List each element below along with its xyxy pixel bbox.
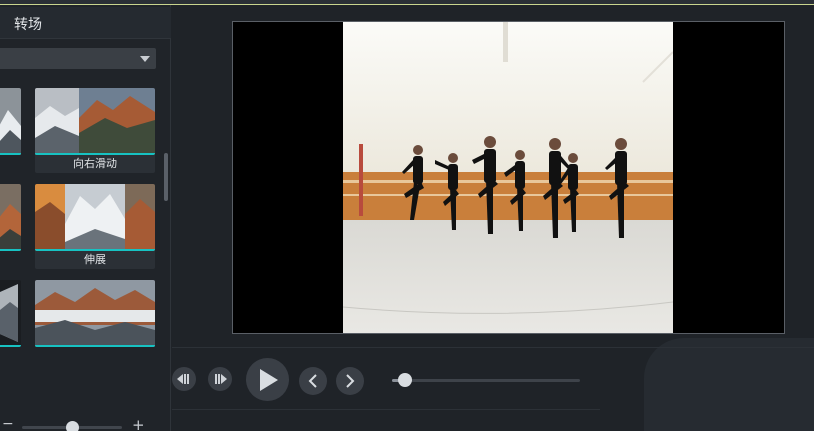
zoom-in-button[interactable]: + xyxy=(132,416,145,431)
transition-thumb-shatter[interactable] xyxy=(35,280,155,347)
transition-accent-bar xyxy=(0,249,21,251)
next-frame-button[interactable] xyxy=(208,367,232,391)
play-icon xyxy=(259,368,278,391)
control-corner xyxy=(644,338,814,431)
zoom-out-button[interactable]: − xyxy=(2,416,14,431)
preview-player[interactable] xyxy=(232,21,785,334)
transition-thumb-slide-right[interactable] xyxy=(35,88,155,155)
panel-scrollbar[interactable] xyxy=(164,153,168,201)
transition-thumb-1[interactable] xyxy=(0,88,21,155)
transition-accent-bar xyxy=(35,345,155,347)
progress-track[interactable] xyxy=(392,379,580,382)
previous-button[interactable] xyxy=(299,367,327,395)
next-button[interactable] xyxy=(336,367,364,395)
panel-title: 转场 xyxy=(14,17,42,33)
play-button[interactable] xyxy=(246,358,289,401)
chevron-down-icon xyxy=(140,56,150,62)
transition-label: 伸展 xyxy=(35,251,155,269)
transition-accent-bar xyxy=(0,345,21,347)
panel-header: 转场 xyxy=(0,7,171,39)
transition-thumb-cube[interactable] xyxy=(0,280,21,347)
previous-frame-button[interactable] xyxy=(172,367,196,391)
preview-divider xyxy=(172,347,814,348)
transition-thumb-stretch[interactable] xyxy=(35,184,155,251)
app-window: 转场 向右滑动 伸展 − + xyxy=(0,0,814,431)
preview-area xyxy=(172,5,814,431)
transitions-panel: 转场 向右滑动 伸展 − + xyxy=(0,5,171,431)
step-forward-icon xyxy=(215,374,227,384)
bottom-divider xyxy=(172,409,600,410)
chevron-left-icon xyxy=(308,374,317,388)
chevron-right-icon xyxy=(346,374,355,388)
transition-thumb-3[interactable] xyxy=(0,184,21,251)
zoom-slider-handle[interactable] xyxy=(66,421,79,431)
transition-label: 向右滑动 xyxy=(35,155,155,173)
video-frame xyxy=(343,22,673,333)
category-dropdown[interactable] xyxy=(0,48,156,69)
step-back-icon xyxy=(177,374,189,384)
transition-accent-bar xyxy=(0,153,21,155)
progress-handle[interactable] xyxy=(398,373,412,387)
